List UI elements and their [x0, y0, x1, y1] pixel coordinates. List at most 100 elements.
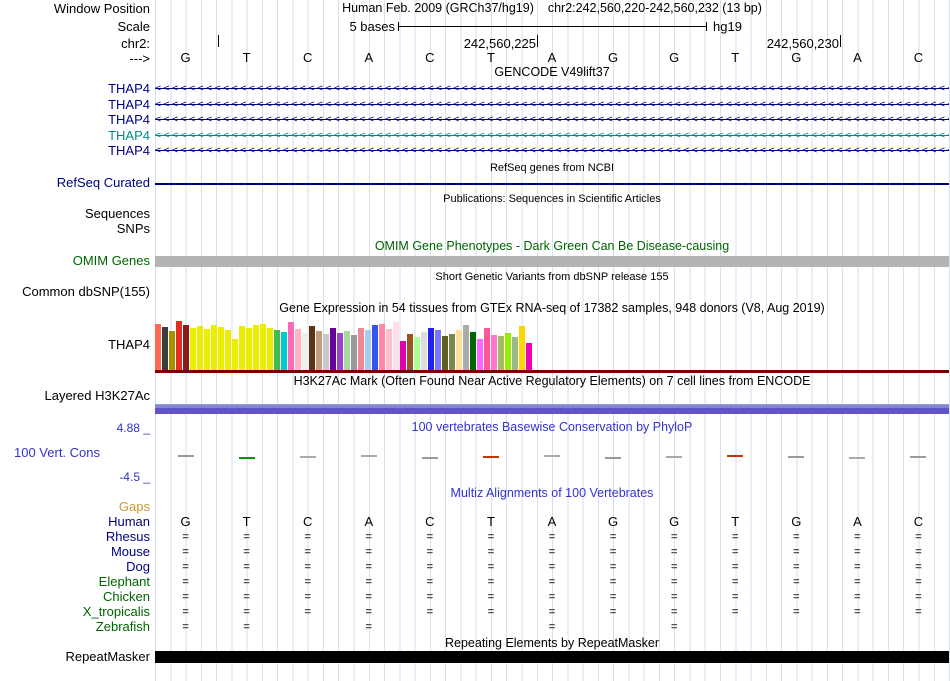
gtex-tissue-bar[interactable] — [505, 333, 511, 370]
coordinate-right: 242,560,230 — [766, 36, 839, 51]
gtex-tissue-bar[interactable] — [323, 334, 329, 370]
gencode-transcript-row[interactable]: <<<<<<<<<<<<<<<<<<<<<<<<<<<<<<<<<<<<<<<<… — [155, 129, 949, 142]
multiz-species-label[interactable]: Human — [0, 515, 150, 528]
gtex-tissue-bar[interactable] — [463, 325, 469, 370]
gencode-transcript-label[interactable]: THAP4 — [0, 129, 150, 142]
gtex-tissue-bar[interactable] — [169, 331, 175, 370]
multiz-species-label[interactable]: Mouse — [0, 545, 150, 558]
alignment-mark: = — [732, 546, 739, 558]
gtex-tissue-bar[interactable] — [316, 331, 322, 370]
gencode-transcript-row[interactable]: <<<<<<<<<<<<<<<<<<<<<<<<<<<<<<<<<<<<<<<<… — [155, 113, 949, 126]
track-label-common-dbsnp[interactable]: Common dbSNP(155) — [0, 285, 150, 298]
gtex-tissue-bar[interactable] — [302, 333, 308, 370]
gtex-tissue-bar[interactable] — [393, 322, 399, 370]
track-label-100-vert-cons[interactable]: 100 Vert. Cons — [14, 445, 100, 460]
gencode-transcript-row[interactable]: <<<<<<<<<<<<<<<<<<<<<<<<<<<<<<<<<<<<<<<<… — [155, 98, 949, 111]
gtex-tissue-bar[interactable] — [330, 328, 336, 370]
gtex-tissue-bar[interactable] — [428, 328, 434, 370]
gtex-tissue-bar[interactable] — [351, 335, 357, 370]
gtex-tissue-bar[interactable] — [519, 326, 525, 370]
gtex-tissue-bar[interactable] — [407, 334, 413, 370]
multiz-species-label[interactable]: Chicken — [0, 590, 150, 603]
base-letter: G — [669, 50, 680, 65]
base-letter: T — [486, 50, 495, 65]
gtex-tissue-bar[interactable] — [190, 328, 196, 370]
track-label-layered-h3k27ac[interactable]: Layered H3K27Ac — [0, 389, 150, 402]
gtex-tissue-bar[interactable] — [239, 326, 245, 370]
gtex-tissue-bar[interactable] — [414, 337, 420, 370]
repeatmasker-bar[interactable] — [155, 651, 949, 663]
gtex-tissue-bar[interactable] — [281, 332, 287, 370]
alignment-mark: = — [915, 531, 922, 543]
gtex-tissue-bar[interactable] — [288, 322, 294, 370]
gtex-tissue-bar[interactable] — [260, 324, 266, 370]
gtex-tissue-bar[interactable] — [498, 336, 504, 370]
multiz-species-label[interactable]: Rhesus — [0, 530, 150, 543]
alignment-mark: = — [548, 561, 556, 573]
gtex-tissue-bar[interactable] — [435, 330, 441, 370]
gtex-tissue-bar[interactable] — [456, 330, 462, 370]
gtex-tissue-bar[interactable] — [204, 329, 210, 370]
gtex-tissue-bar[interactable] — [449, 334, 455, 370]
gtex-tissue-bar[interactable] — [246, 328, 252, 370]
gtex-tissue-bar[interactable] — [155, 324, 161, 370]
gtex-tissue-bar[interactable] — [386, 329, 392, 370]
track-label-omim-genes[interactable]: OMIM Genes — [0, 254, 150, 267]
multiz-species-label[interactable]: Elephant — [0, 575, 150, 588]
base-letter: G — [180, 50, 191, 65]
gencode-transcript-row[interactable]: <<<<<<<<<<<<<<<<<<<<<<<<<<<<<<<<<<<<<<<<… — [155, 82, 949, 95]
gencode-transcript-row[interactable]: <<<<<<<<<<<<<<<<<<<<<<<<<<<<<<<<<<<<<<<<… — [155, 144, 949, 157]
gtex-tissue-bar[interactable] — [309, 326, 315, 370]
gtex-tissue-bar[interactable] — [183, 325, 189, 370]
gtex-tissue-bar[interactable] — [470, 332, 476, 370]
gtex-tissue-bar[interactable] — [379, 324, 385, 370]
track-label-snps[interactable]: SNPs — [0, 222, 150, 235]
gtex-tissue-bar[interactable] — [274, 330, 280, 370]
gtex-tissue-bar[interactable] — [421, 332, 427, 370]
gtex-tissue-bar[interactable] — [267, 328, 273, 370]
gtex-tissue-bar[interactable] — [176, 321, 182, 370]
gtex-tissue-bar[interactable] — [211, 325, 217, 370]
gtex-tissue-bar[interactable] — [337, 333, 343, 370]
alignment-mark: = — [182, 621, 189, 633]
track-label-gtex-gene[interactable]: THAP4 — [0, 338, 150, 351]
gtex-tissue-bar[interactable] — [442, 336, 448, 370]
aligned-base: T — [242, 514, 251, 529]
track-label-refseq-curated[interactable]: RefSeq Curated — [0, 176, 150, 189]
gencode-transcript-label[interactable]: THAP4 — [0, 144, 150, 157]
gencode-transcript-label[interactable]: THAP4 — [0, 98, 150, 111]
gtex-tissue-bar[interactable] — [484, 328, 490, 370]
alignment-mark: = — [243, 621, 250, 633]
gtex-tissue-bar[interactable] — [253, 325, 259, 370]
gtex-tissue-bar[interactable] — [295, 329, 301, 370]
gtex-tissue-bar[interactable] — [344, 331, 350, 370]
gtex-tissue-bar[interactable] — [358, 328, 364, 370]
gtex-tissue-bar[interactable] — [197, 326, 203, 370]
track-label-repeatmasker[interactable]: RepeatMasker — [0, 650, 150, 663]
h3k27ac-signal-band[interactable] — [155, 404, 949, 414]
gtex-tissue-bar[interactable] — [218, 327, 224, 370]
gtex-tissue-bar[interactable] — [232, 339, 238, 370]
omim-genes-bar[interactable] — [155, 256, 949, 267]
alignment-mark: = — [670, 621, 678, 633]
gtex-bar-chart[interactable] — [155, 318, 949, 370]
gtex-tissue-bar[interactable] — [365, 330, 371, 370]
gtex-tissue-bar[interactable] — [372, 325, 378, 370]
multiz-species-label[interactable]: Zebrafish — [0, 620, 150, 633]
multiz-species-label[interactable]: X_tropicalis — [0, 605, 150, 618]
multiz-species-label[interactable]: Gaps — [0, 500, 150, 513]
gtex-tissue-bar[interactable] — [477, 339, 483, 370]
gtex-tissue-bar[interactable] — [162, 327, 168, 370]
alignment-mark — [827, 620, 888, 634]
gtex-tissue-bar[interactable] — [400, 341, 406, 370]
gtex-tissue-bar[interactable] — [526, 343, 532, 370]
refseq-curated-line[interactable] — [155, 183, 949, 185]
alignment-mark: = — [304, 576, 311, 588]
gtex-tissue-bar[interactable] — [225, 330, 231, 370]
gencode-transcript-label[interactable]: THAP4 — [0, 113, 150, 126]
gtex-tissue-bar[interactable] — [491, 335, 497, 370]
multiz-species-label[interactable]: Dog — [0, 560, 150, 573]
track-label-sequences[interactable]: Sequences — [0, 207, 150, 220]
gencode-transcript-label[interactable]: THAP4 — [0, 82, 150, 95]
gtex-tissue-bar[interactable] — [512, 337, 518, 370]
